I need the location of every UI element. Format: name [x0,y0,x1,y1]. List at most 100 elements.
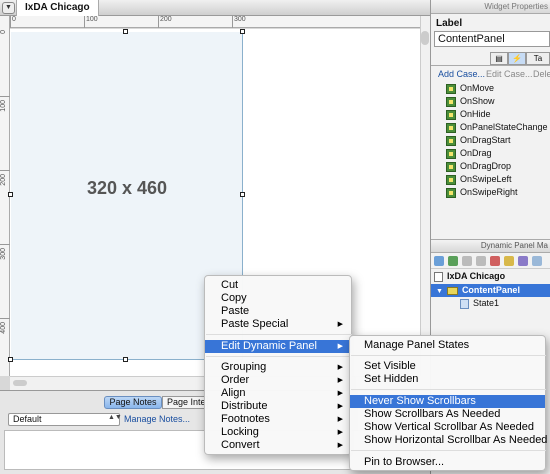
delete-icon[interactable] [490,256,500,266]
event-item[interactable]: OnSwipeLeft [446,173,512,186]
event-lightning-icon [446,83,456,94]
tab-page-notes[interactable]: Page Notes [104,396,162,409]
resize-handle[interactable] [240,29,245,34]
event-label: OnHide [460,109,491,119]
menu-separator [206,356,352,357]
ruler-label: 400 [0,322,7,334]
submenu-item-set-hidden[interactable]: Set Hidden [350,373,545,386]
ruler-label: 200 [0,174,7,186]
tree-item-page[interactable]: IxDA Chicago [434,270,505,283]
event-item[interactable]: OnDragDrop [446,160,511,173]
tree-item-label: ContentPanel [461,285,520,295]
ruler-tick [0,318,10,319]
ruler-tick [0,244,10,245]
submenu-item-show-scrollbars-as-needed[interactable]: Show Scrollbars As Needed [350,408,545,421]
submenu-arrow-icon: ▶ [337,321,343,328]
menu-item-label: Align [221,387,246,399]
submenu-item-manage-panel-states[interactable]: Manage Panel States [350,339,545,352]
submenu-item-set-visible[interactable]: Set Visible [350,360,545,373]
menu-item-paste[interactable]: Paste [205,305,351,318]
event-label: OnMove [460,83,495,93]
edit-case-link[interactable]: Edit Case... [486,69,533,79]
canvas-vertical-scrollbar[interactable] [420,16,430,376]
menu-separator [351,450,546,451]
event-item[interactable]: OnSwipeRight [446,186,518,199]
submenu-arrow-icon: ▶ [337,416,343,423]
dynamic-panel-manager-header: Dynamic Panel Ma [431,239,550,253]
add-case-link[interactable]: Add Case... [438,69,485,79]
resize-handle[interactable] [123,357,128,362]
annotations-tab-icon[interactable]: ▤ [490,52,508,65]
submenu-arrow-icon: ▶ [337,364,343,371]
menu-item-cut[interactable]: Cut [205,279,351,292]
add-panel-icon[interactable] [434,256,444,266]
menu-item-copy[interactable]: Copy [205,292,351,305]
label-heading: Label [436,18,463,29]
scrollbar-thumb[interactable] [13,380,27,386]
menu-item-convert[interactable]: Convert ▶ [205,439,351,452]
tree-item-state[interactable]: State1 [460,297,499,310]
delete-case-link[interactable]: Dele [533,69,550,79]
event-label: OnSwipeLeft [460,174,512,184]
move-up-icon[interactable] [462,256,472,266]
divider [431,65,550,66]
menu-item-label: Paste [221,305,250,317]
search-icon[interactable] [532,256,542,266]
move-down-icon[interactable] [476,256,486,266]
add-state-icon[interactable] [448,256,458,266]
menu-item-label: Edit Dynamic Panel [221,340,317,352]
edit-icon[interactable] [504,256,514,266]
menu-item-label: Locking [221,426,259,438]
submenu-item-show-vertical-scrollbar[interactable]: Show Vertical Scrollbar As Needed [350,421,545,434]
menu-item-footnotes[interactable]: Footnotes ▶ [205,413,351,426]
menu-item-distribute[interactable]: Distribute ▶ [205,400,351,413]
menu-item-grouping[interactable]: Grouping ▶ [205,361,351,374]
event-item[interactable]: OnHide [446,108,491,121]
resize-handle[interactable] [8,192,13,197]
event-item[interactable]: OnShow [446,95,495,108]
tab-menu-chevron-icon[interactable]: ▼ [2,2,15,14]
event-lightning-icon [446,109,456,120]
manage-notes-link[interactable]: Manage Notes... [124,414,190,424]
resize-handle[interactable] [123,29,128,34]
event-lightning-icon [446,96,456,107]
submenu-item-never-show-scrollbars[interactable]: Never Show Scrollbars [350,395,545,408]
menu-item-locking[interactable]: Locking ▶ [205,426,351,439]
event-lightning-icon [446,161,456,172]
event-item[interactable]: OnMove [446,82,494,95]
notes-set-select[interactable]: Default [8,413,120,426]
widget-label-input[interactable]: ContentPanel [434,31,550,47]
tab-page-interactions[interactable]: Page Inte [162,396,208,409]
submenu-item-pin-to-browser[interactable]: Pin to Browser... [350,456,545,469]
menu-separator [206,334,352,335]
filter-icon[interactable] [518,256,528,266]
edit-dynamic-panel-submenu: Manage Panel States Set Visible Set Hidd… [349,335,547,471]
tree-item-label: State1 [473,298,500,308]
submenu-arrow-icon: ▶ [337,442,343,449]
menu-item-align[interactable]: Align ▶ [205,387,351,400]
menu-item-paste-special[interactable]: Paste Special ▶ [205,318,351,331]
menu-item-label: Distribute [221,400,268,412]
widget-properties-header: Widget Properties [431,0,550,14]
formatting-tab-icon[interactable]: Ta [526,52,550,65]
ruler-label: 0 [0,30,7,34]
interactions-tab-icon[interactable]: ⚡ [508,52,526,65]
tree-item-content-panel[interactable]: ▼ ContentPanel [436,284,520,297]
menu-separator [351,389,546,390]
menu-item-edit-dynamic-panel[interactable]: Edit Dynamic Panel ▶ [205,340,351,353]
chevron-updown-icon: ▲▼ [108,414,122,421]
scrollbar-thumb[interactable] [421,31,429,45]
tab-ixda-chicago[interactable]: IxDA Chicago [16,0,99,16]
ruler-label: 200 [160,16,172,23]
submenu-item-show-horizontal-scrollbar[interactable]: Show Horizontal Scrollbar As Needed [350,434,547,447]
disclosure-triangle-icon[interactable]: ▼ [436,288,443,295]
event-item[interactable]: OnDrag [446,147,492,160]
event-item[interactable]: OnPanelStateChange [446,121,548,134]
menu-item-label: Footnotes [221,413,270,425]
state-icon [460,298,469,309]
event-item[interactable]: OnDragStart [446,134,511,147]
ruler-tick [0,96,10,97]
menu-item-order[interactable]: Order ▶ [205,374,351,387]
resize-handle[interactable] [240,192,245,197]
resize-handle[interactable] [8,357,13,362]
